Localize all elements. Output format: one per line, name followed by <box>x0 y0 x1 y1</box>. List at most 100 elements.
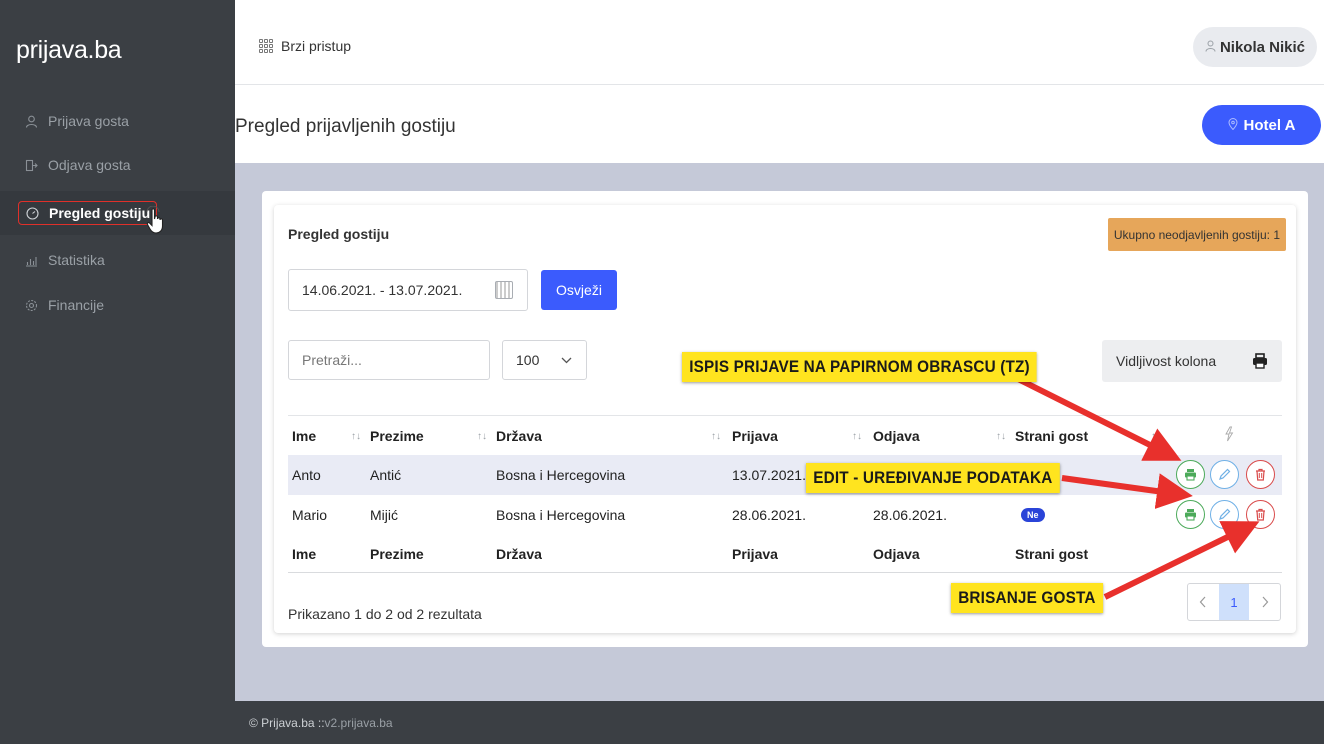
hotel-name: Hotel A <box>1243 116 1296 134</box>
print-button[interactable] <box>1176 460 1205 489</box>
edit-button[interactable] <box>1210 500 1239 529</box>
col-footer-drzava: Država <box>496 546 542 562</box>
sort-icon[interactable]: ↑↓ <box>351 416 361 456</box>
footer-version-link[interactable]: v2.prijava.ba <box>325 716 393 730</box>
search-input[interactable] <box>288 340 490 380</box>
sort-icon[interactable]: ↑↓ <box>477 416 487 456</box>
footer: © Prijava.ba :: v2.prijava.ba <box>235 701 1324 744</box>
page-size-select[interactable]: 100 <box>502 340 587 380</box>
sort-icon[interactable]: ↑↓ <box>996 416 1006 456</box>
print-button[interactable] <box>1176 500 1205 529</box>
sidebar-item-statistika[interactable]: Statistika <box>0 238 235 282</box>
user-icon <box>1205 40 1216 55</box>
foreign-guest-cell: Ne <box>1021 495 1045 535</box>
table-row[interactable]: Anto Antić Bosna i Hercegovina 13.07.202… <box>288 455 1282 495</box>
col-header-prezime[interactable]: Prezime <box>370 416 424 456</box>
cell-prijava: 13.07.2021. <box>732 467 806 483</box>
gear-icon <box>24 298 38 312</box>
printer-icon <box>1185 469 1196 481</box>
col-header-prijava[interactable]: Prijava <box>732 416 778 456</box>
sidebar-item-financije[interactable]: Financije <box>0 283 235 327</box>
cell-prezime: Antić <box>370 467 402 483</box>
sort-icon[interactable]: ↑↓ <box>1151 416 1161 456</box>
col-header-strani-gost[interactable]: Strani gost <box>1015 416 1088 456</box>
cell-drzava: Bosna i Hercegovina <box>496 467 626 483</box>
quick-access-button[interactable]: Brzi pristup <box>259 38 351 54</box>
unchecked-guests-badge: Ukupno neodjavljenih gostiju: 1 <box>1107 218 1286 251</box>
delete-button[interactable] <box>1246 460 1275 489</box>
hand-cursor-icon <box>146 206 164 234</box>
col-footer-ime: Ime <box>292 546 317 562</box>
page-header: Pregled prijavljenih gostiju Hotel A <box>235 85 1324 163</box>
footer-copyright: © Prijava.ba :: <box>249 715 325 730</box>
pencil-icon <box>1219 508 1231 520</box>
foreign-guest-badge: Ne <box>1021 508 1045 522</box>
guests-card: Pregled gostiju Ukupno neodjavljenih gos… <box>274 205 1296 633</box>
chevron-down-icon <box>561 352 572 371</box>
active-highlight: Pregled gostiju <box>18 201 158 225</box>
sidebar-item-label: Statistika <box>48 252 105 268</box>
col-header-drzava[interactable]: Država <box>496 416 542 456</box>
brand-logo[interactable]: prijava.ba <box>16 36 122 65</box>
next-page-button[interactable] <box>1249 584 1280 620</box>
location-pin-icon <box>1228 117 1238 133</box>
hotel-select-button[interactable]: Hotel A <box>1202 105 1321 145</box>
content-area: Pregled gostiju Ukupno neodjavljenih gos… <box>235 163 1324 701</box>
cell-odjava: 28.06.2021. <box>873 507 947 523</box>
printer-icon <box>1185 509 1196 521</box>
col-footer-strani-gost: Strani gost <box>1015 546 1089 562</box>
col-footer-odjava: Odjava <box>873 546 920 562</box>
date-range-value: 14.06.2021. - 13.07.2021. <box>302 282 463 298</box>
table-row[interactable]: Mario Mijić Bosna i Hercegovina 28.06.20… <box>288 495 1282 535</box>
card-title: Pregled gostiju <box>288 226 390 242</box>
actions-bolt-icon <box>1224 426 1234 445</box>
logout-icon <box>24 158 38 172</box>
trash-icon <box>1256 468 1265 481</box>
cell-prijava: 28.06.2021. <box>732 507 806 523</box>
sort-icon[interactable]: ↑↓ <box>711 416 721 456</box>
table-footer-row: Ime Prezime Država Prijava Odjava Strani… <box>288 535 1282 573</box>
results-info: Prikazano 1 do 2 od 2 rezultata <box>288 606 482 622</box>
page-title: Pregled prijavljenih gostiju <box>235 116 456 137</box>
sidebar-item-pregled-gostiju[interactable]: Pregled gostiju <box>0 191 235 235</box>
page-button[interactable]: 1 <box>1218 584 1250 620</box>
refresh-button[interactable]: Osvježi <box>541 270 617 310</box>
col-header-ime[interactable]: Ime <box>292 416 316 456</box>
chart-icon <box>24 253 38 267</box>
pencil-icon <box>1219 468 1231 480</box>
chevron-right-icon <box>1262 596 1268 608</box>
user-icon <box>24 114 38 128</box>
cell-drzava: Bosna i Hercegovina <box>496 507 626 523</box>
trash-icon <box>1256 508 1265 521</box>
user-menu-button[interactable]: Nikola Nikić <box>1192 27 1317 67</box>
chevron-left-icon <box>1200 596 1206 608</box>
column-visibility-button[interactable]: Vidljivost kolona <box>1102 340 1282 382</box>
prev-page-button[interactable] <box>1188 584 1219 620</box>
callout-print: ISPIS PRIJAVE NA PAPIRNOM OBRASCU (TZ) <box>682 352 1038 382</box>
cell-prezime: Mijić <box>370 507 398 523</box>
col-footer-prijava: Prijava <box>732 546 778 562</box>
delete-button[interactable] <box>1246 500 1275 529</box>
table-header-row: Ime ↑↓ Prezime ↑↓ Država ↑↓ Prijava ↑↓ O… <box>288 415 1282 455</box>
calendar-icon[interactable] <box>495 281 513 299</box>
user-name: Nikola Nikić <box>1219 38 1305 56</box>
page-size-value: 100 <box>516 352 540 368</box>
date-range-picker[interactable]: 14.06.2021. - 13.07.2021. <box>288 269 528 311</box>
card-wrapper: Pregled gostiju Ukupno neodjavljenih gos… <box>262 191 1308 647</box>
sidebar-item-odjava-gosta[interactable]: Odjava gosta <box>0 143 235 187</box>
edit-button[interactable] <box>1210 460 1239 489</box>
column-visibility-label: Vidljivost kolona <box>1116 353 1217 369</box>
sidebar-item-label: Financije <box>48 297 105 313</box>
printer-icon[interactable] <box>1252 353 1268 369</box>
sidebar-item-label: Odjava gosta <box>48 157 131 173</box>
pagination: 1 <box>1187 583 1281 621</box>
col-header-odjava[interactable]: Odjava <box>873 416 920 456</box>
sidebar-item-label: Pregled gostiju <box>49 205 151 221</box>
callout-delete: BRISANJE GOSTA <box>951 583 1103 613</box>
sidebar-item-prijava-gosta[interactable]: Prijava gosta <box>0 99 235 143</box>
dashboard-icon <box>25 206 39 220</box>
apps-grid-icon <box>259 39 273 53</box>
sort-icon[interactable]: ↑↓ <box>852 416 862 456</box>
top-bar: Brzi pristup Nikola Nikić <box>235 0 1324 85</box>
sidebar-item-label: Prijava gosta <box>48 113 129 129</box>
